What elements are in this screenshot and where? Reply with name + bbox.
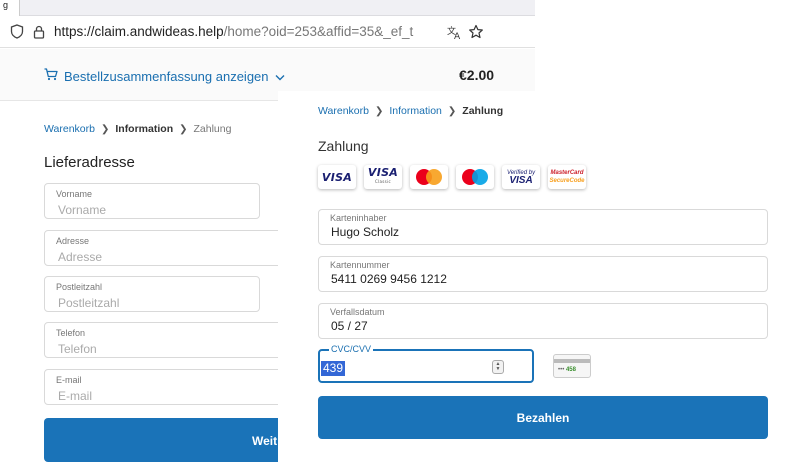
browser-tab[interactable]: g [0, 0, 20, 16]
breadcrumb: Warenkorb ❯ Information ❯ Zahlung [44, 123, 231, 135]
chevron-right-icon: ❯ [447, 105, 457, 117]
field-placeholder: E-mail [58, 389, 93, 403]
verified-by-visa-icon: Verified by VISA [502, 165, 540, 189]
breadcrumb-cart[interactable]: Warenkorb [44, 123, 95, 135]
email-field[interactable]: E-mail E-mail [44, 369, 294, 405]
postal-code-field[interactable]: Postleitzahl Postleitzahl [44, 276, 260, 312]
accepted-cards: VISA VISA Classic Verified by VISA Maste… [318, 165, 586, 189]
tab-strip: g [0, 0, 535, 16]
breadcrumb-payment: Zahlung [193, 123, 232, 135]
visa-classic-sub: Classic [375, 179, 391, 184]
field-placeholder: Adresse [58, 250, 103, 264]
field-label: E-mail [56, 375, 82, 385]
first-name-field[interactable]: Vorname Vorname [44, 183, 260, 219]
verified-by-visa-logo: Verified by VISA [507, 169, 535, 186]
securecode-text: SecureCode [549, 178, 585, 184]
card-number-label: Kartennummer [330, 260, 390, 270]
maestro-logo [462, 169, 488, 185]
pay-button[interactable]: Bezahlen [318, 396, 768, 439]
pay-button-label: Bezahlen [516, 410, 570, 425]
order-total: €2.00 [459, 67, 495, 83]
cardholder-value: Hugo Scholz [331, 225, 400, 239]
url-host: https://claim.andwideas.help [54, 24, 224, 39]
mastercard-icon [410, 165, 448, 189]
cvv-hint-icon: ••• 458 [553, 354, 591, 378]
shipping-page: Warenkorb ❯ Information ❯ Zahlung Liefer… [0, 101, 294, 475]
breadcrumb-information[interactable]: Information [389, 105, 442, 117]
svg-text:A: A [454, 32, 461, 40]
order-summary-label: Bestellzusammenfassung anzeigen [64, 68, 269, 84]
visa-card-icon: VISA [318, 165, 356, 189]
expiry-field[interactable]: Verfallsdatum 05 / 27 [318, 303, 768, 339]
field-label: Telefon [56, 328, 86, 338]
url-text[interactable]: https://claim.andwideas.help/home?oid=25… [54, 24, 414, 39]
cvv-hint-prefix: ••• [558, 367, 566, 373]
field-label: Adresse [56, 236, 90, 246]
field-label: Postleitzahl [56, 282, 103, 292]
cardholder-label: Karteninhaber [330, 213, 387, 223]
breadcrumb-payment: Zahlung [462, 105, 504, 117]
chevron-right-icon: ❯ [179, 123, 188, 135]
card-number-field[interactable]: Kartennummer 5411 0269 9456 1212 [318, 256, 768, 292]
chevron-down-icon [275, 69, 285, 84]
cvc-value: 439 [321, 361, 346, 376]
breadcrumb-cart[interactable]: Warenkorb [318, 105, 369, 117]
field-placeholder: Postleitzahl [58, 296, 120, 310]
visa-classic-card-icon: VISA Classic [364, 165, 402, 189]
field-label: Vorname [56, 189, 93, 199]
page-title: Lieferadresse [44, 154, 135, 171]
breadcrumb: Warenkorb ❯ Information ❯ Zahlung [318, 105, 503, 117]
maestro-icon [456, 165, 494, 189]
breadcrumb-information: Information [115, 123, 174, 135]
address-bar[interactable]: https://claim.andwideas.help/home?oid=25… [0, 16, 535, 48]
field-placeholder: Vorname [58, 203, 107, 217]
mastercard-logo [416, 169, 442, 185]
shield-icon[interactable] [8, 23, 26, 41]
cardholder-field[interactable]: Karteninhaber Hugo Scholz [318, 209, 768, 245]
verified-visa-text: VISA [509, 175, 533, 186]
cvv-hint-code: 458 [565, 367, 576, 373]
lock-icon[interactable] [30, 23, 48, 41]
stepper-down-icon[interactable]: ▼ [496, 367, 501, 372]
screen: g https://claim.andwideas.help/home?oid=… [0, 0, 800, 475]
translate-icon[interactable]: 文A [446, 23, 464, 41]
mastercard-securecode-icon: MasterCard SecureCode [548, 165, 586, 189]
securecode-logo: MasterCard SecureCode [549, 169, 584, 185]
card-number-value: 5411 0269 9456 1212 [331, 272, 447, 286]
address-field[interactable]: Adresse Adresse [44, 230, 294, 266]
url-path: /home?oid=253&affid=35&_ef_transaction_i… [223, 24, 414, 39]
field-placeholder: Telefon [58, 342, 97, 356]
expiry-label: Verfallsdatum [330, 307, 385, 317]
cart-icon [44, 68, 58, 84]
payment-page: Warenkorb ❯ Information ❯ Zahlung Zahlun… [278, 91, 800, 475]
visa-logo: VISA [321, 170, 353, 184]
number-stepper[interactable]: ▲ ▼ [492, 360, 504, 374]
phone-field[interactable]: Telefon Telefon [44, 322, 294, 358]
page-title: Zahlung [318, 138, 369, 154]
continue-button[interactable]: Weit [44, 418, 294, 462]
bookmark-star-icon[interactable] [467, 23, 485, 41]
chevron-right-icon: ❯ [100, 123, 110, 135]
chevron-right-icon: ❯ [374, 105, 384, 117]
cvc-label: CVC/CVV [329, 344, 374, 354]
expiry-value: 05 / 27 [331, 319, 368, 333]
visa-classic-logo: VISA Classic [367, 166, 399, 186]
cvc-field[interactable]: CVC/CVV 439 ▲ ▼ [318, 344, 534, 383]
securecode-brand-text: MasterCard [550, 170, 584, 176]
order-summary-toggle[interactable]: Bestellzusammenfassung anzeigen [44, 68, 285, 84]
continue-button-label: Weit [252, 434, 278, 448]
visa-classic-text: VISA [367, 166, 399, 179]
